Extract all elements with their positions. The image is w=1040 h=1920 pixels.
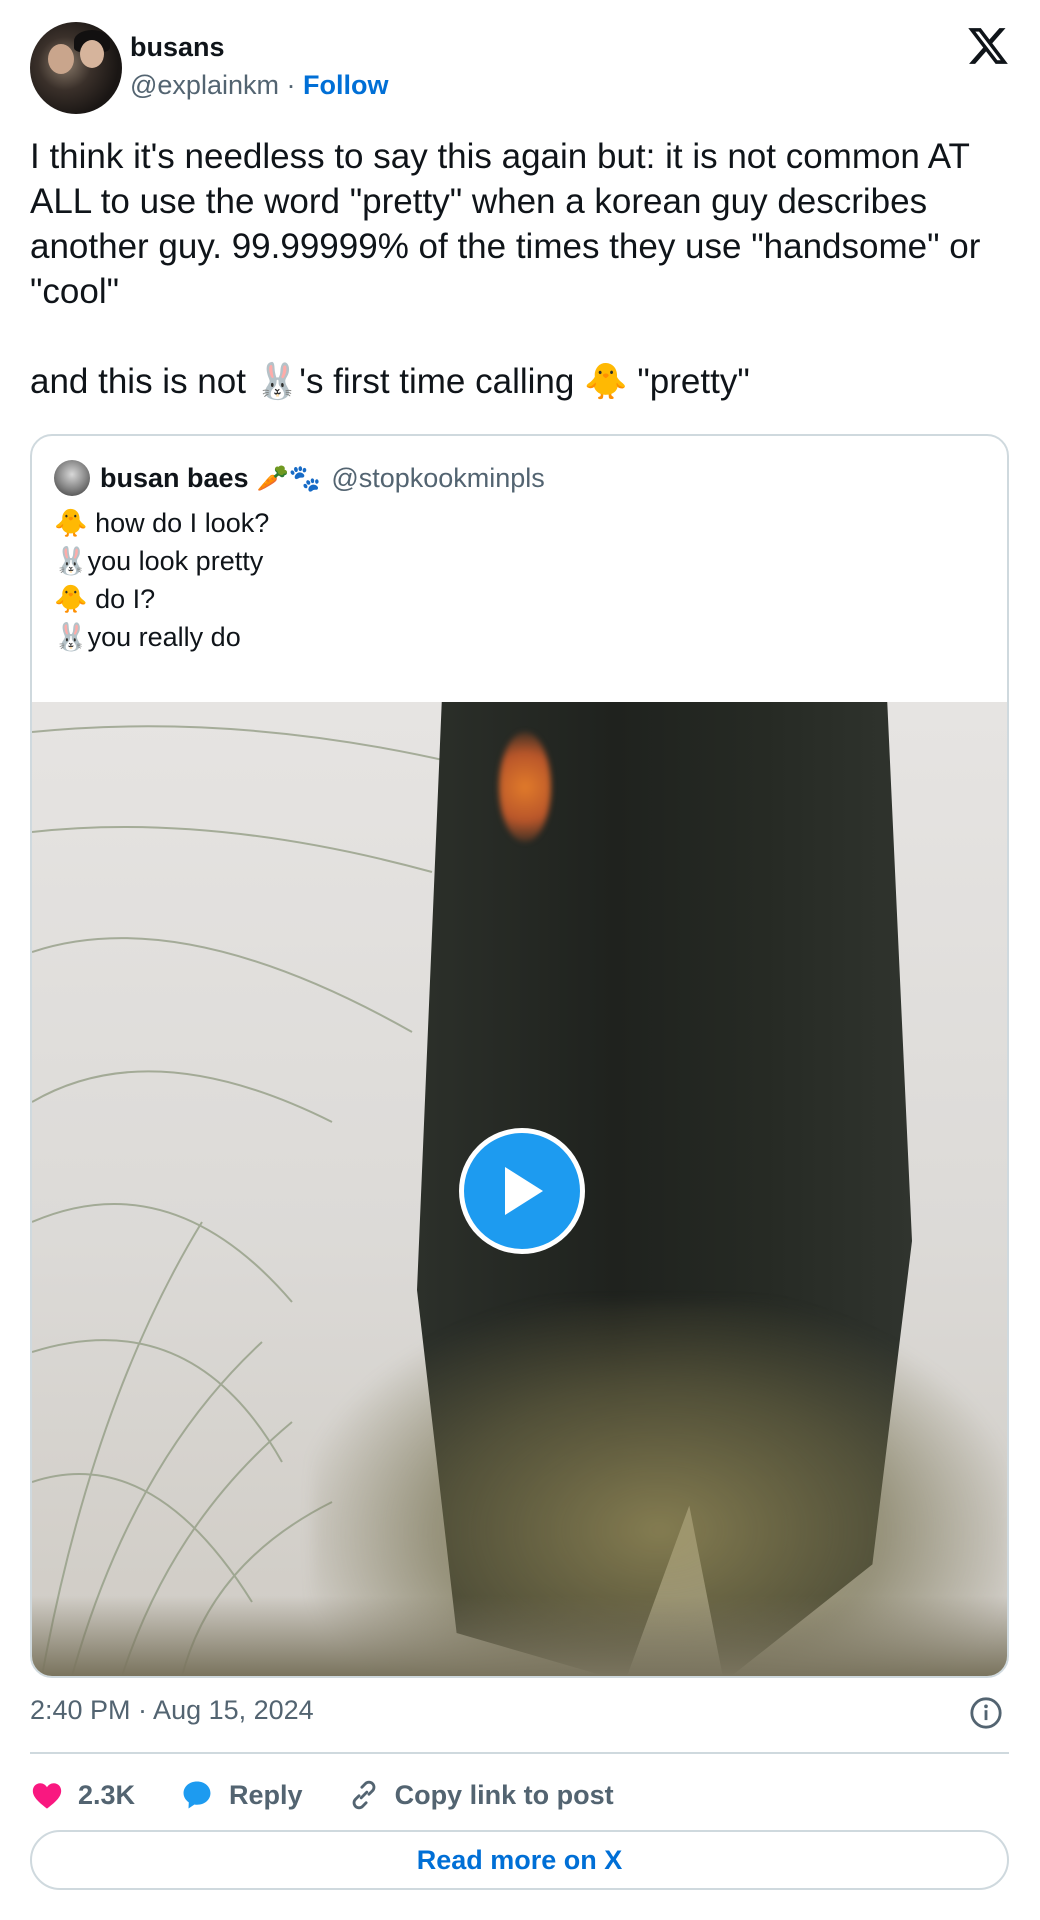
x-logo-icon[interactable] — [966, 24, 1010, 68]
ground — [32, 1596, 1007, 1676]
author-handle-row: @explainkm · Follow — [130, 70, 388, 101]
video-thumbnail[interactable] — [32, 702, 1007, 1676]
tweet-timestamp[interactable]: 2:40 PM · Aug 15, 2024 — [30, 1695, 314, 1726]
separator: · — [278, 70, 303, 100]
action-bar: 2.3K Reply Copy link to post — [30, 1770, 658, 1820]
play-icon — [505, 1167, 543, 1215]
quoted-line: 🐥 how do I look? — [54, 508, 270, 538]
quoted-name: busan baes — [100, 462, 249, 493]
follow-link[interactable]: Follow — [303, 70, 388, 100]
tweet-text: I think it's needless to say this again … — [30, 137, 981, 401]
copy-link-button[interactable]: Copy link to post — [347, 1778, 614, 1812]
author-name[interactable]: busans — [130, 32, 225, 63]
like-count: 2.3K — [78, 1779, 136, 1810]
author-handle[interactable]: @explainkm — [130, 70, 279, 100]
info-icon[interactable] — [969, 1696, 1003, 1730]
quoted-header: busan baes 🥕🐾 @stopkookminpls — [54, 458, 545, 498]
reply-button[interactable]: Reply — [179, 1778, 303, 1812]
orange-patch — [499, 732, 551, 842]
quoted-tweet[interactable]: busan baes 🥕🐾 @stopkookminpls 🐥 how do I… — [30, 434, 1009, 1678]
link-icon — [352, 1780, 375, 1810]
like-button[interactable]: 2.3K — [30, 1778, 135, 1812]
reply-bubble-icon — [183, 1781, 211, 1809]
read-more-button[interactable]: Read more on X — [30, 1830, 1009, 1890]
quoted-name-emojis: 🥕🐾 — [256, 462, 322, 493]
play-button[interactable] — [459, 1128, 585, 1254]
quoted-text: 🐥 how do I look? 🐰you look pretty 🐥 do I… — [54, 504, 269, 656]
quoted-line: 🐥 do I? — [54, 584, 156, 614]
author-avatar[interactable] — [30, 22, 122, 114]
copy-link-label: Copy link to post — [394, 1779, 614, 1810]
heart-icon — [32, 1783, 62, 1809]
divider — [30, 1752, 1009, 1754]
reply-label: Reply — [229, 1779, 303, 1810]
quoted-line: 🐰you really do — [54, 622, 241, 652]
quoted-handle: @stopkookminpls — [331, 462, 545, 493]
quoted-avatar — [54, 460, 90, 496]
tweet-header: busans @explainkm · Follow — [30, 22, 1010, 114]
quoted-line: 🐰you look pretty — [54, 546, 264, 576]
